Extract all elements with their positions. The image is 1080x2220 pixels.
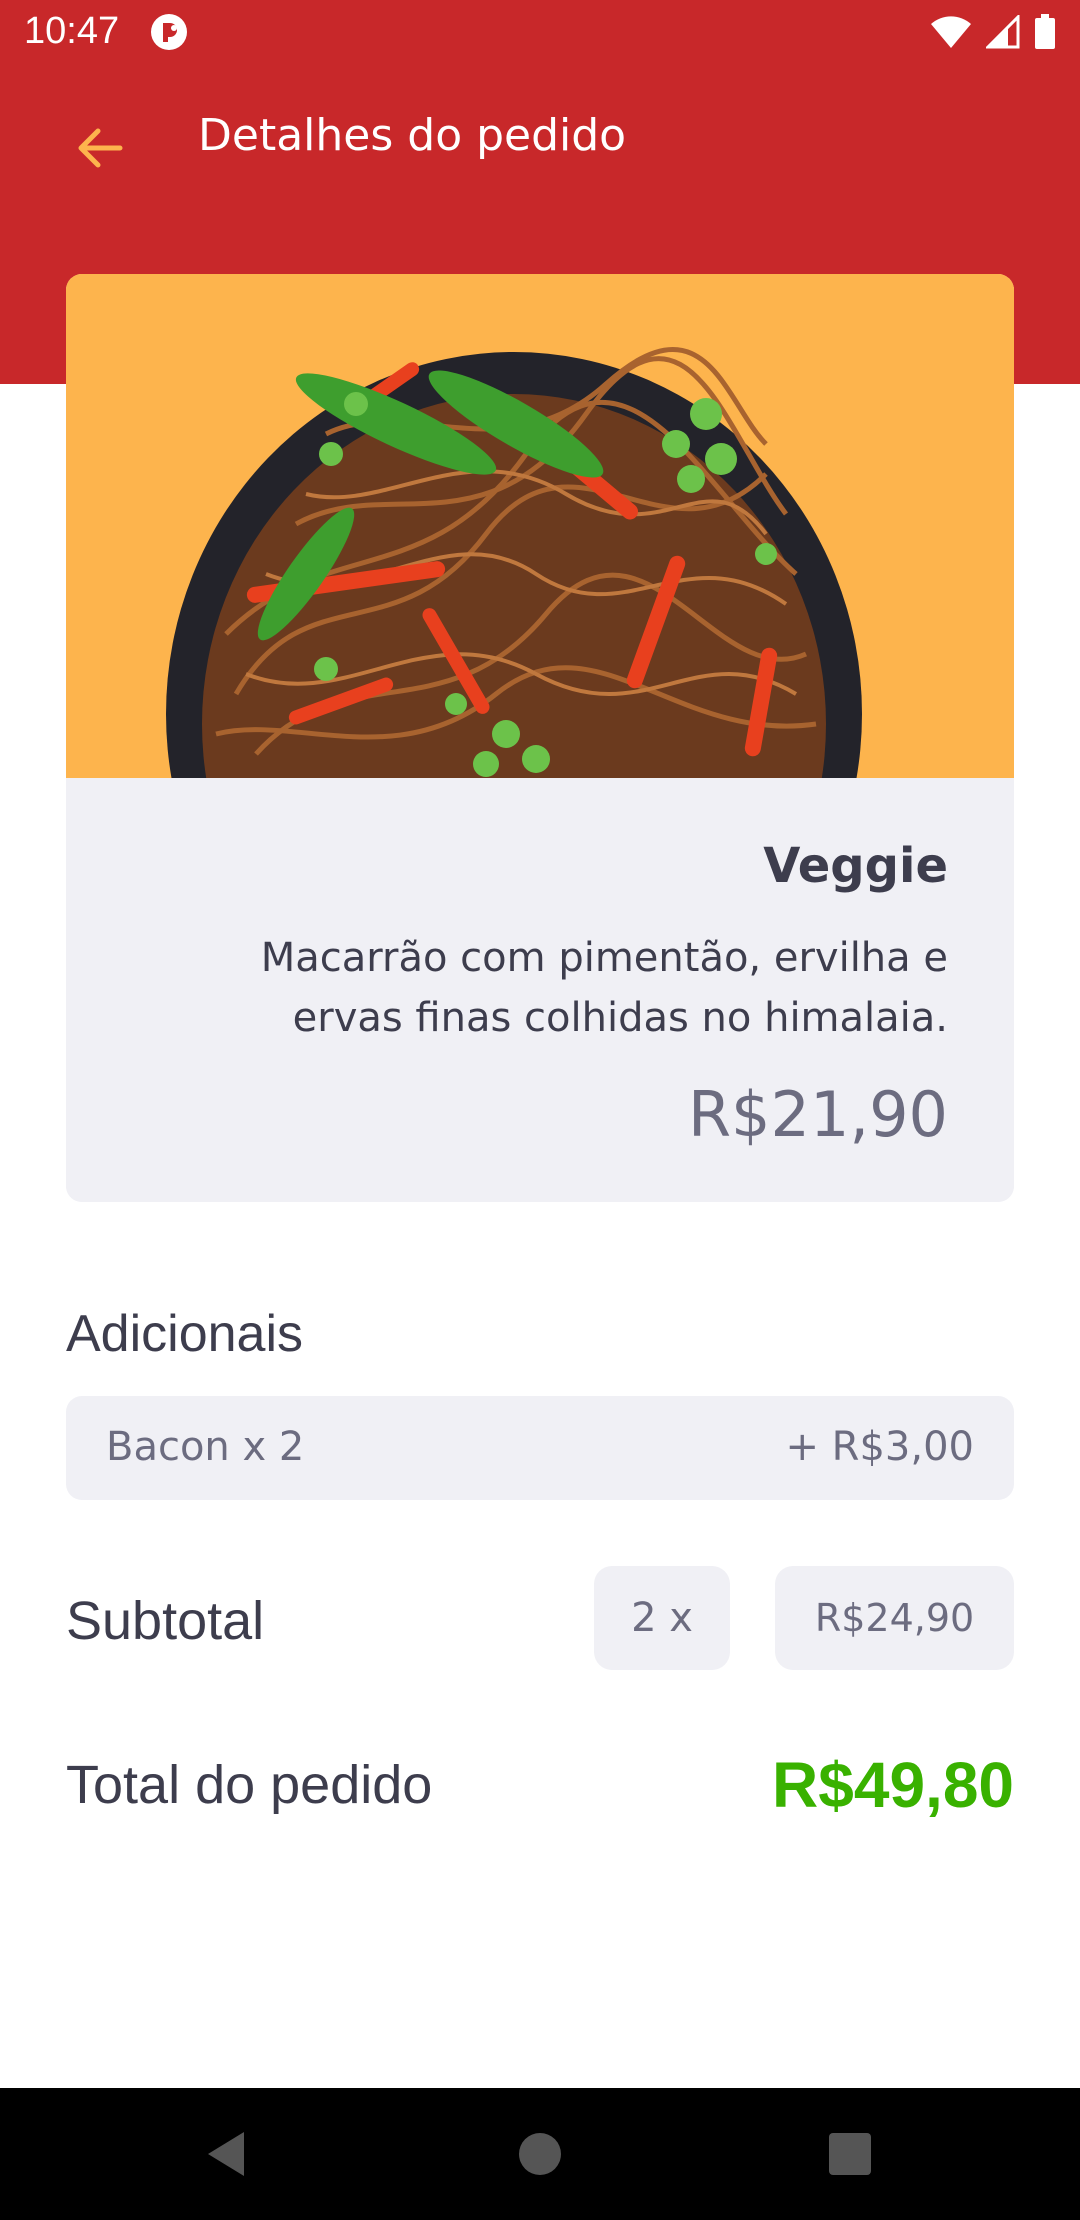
- wifi-icon: [931, 16, 971, 48]
- status-time: 10:47: [24, 10, 120, 52]
- page-title: Detalhes do pedido: [198, 110, 627, 161]
- nav-back-icon[interactable]: [200, 2128, 252, 2180]
- nav-recents-icon[interactable]: [824, 2128, 876, 2180]
- signal-icon: [986, 15, 1020, 49]
- dish-card: Veggie Macarrão com pimentão, ervilha e …: [66, 274, 1014, 1202]
- subtotal-value: R$24,90: [775, 1566, 1014, 1670]
- nav-home-icon[interactable]: [514, 2128, 566, 2180]
- extra-item: Bacon x 2 + R$3,00: [66, 1396, 1014, 1500]
- extra-item-name: Bacon x 2: [106, 1424, 305, 1470]
- dish-description: Macarrão com pimentão, ervilha e ervas f…: [260, 935, 948, 1041]
- dish-name: Veggie: [763, 838, 948, 894]
- dish-price: R$21,90: [687, 1078, 948, 1151]
- noodle-bowl-image: [66, 274, 1014, 778]
- subtotal-label: Subtotal: [66, 1591, 265, 1651]
- navigation-bar: [0, 2088, 1080, 2220]
- dish-photo: [66, 274, 1014, 778]
- battery-icon: [1035, 14, 1055, 49]
- extras-title: Adicionais: [66, 1305, 304, 1363]
- notification-app-icon: [151, 14, 187, 50]
- extra-item-price: + R$3,00: [785, 1424, 974, 1470]
- total-label: Total do pedido: [66, 1755, 433, 1815]
- status-bar: 10:47: [0, 0, 1080, 66]
- dish-info: Veggie Macarrão com pimentão, ervilha e …: [66, 778, 1014, 1202]
- system-icons: [930, 14, 1056, 50]
- quantity-badge: 2 x: [594, 1566, 730, 1670]
- total-value: R$49,80: [772, 1749, 1014, 1821]
- back-arrow-icon[interactable]: [70, 118, 130, 178]
